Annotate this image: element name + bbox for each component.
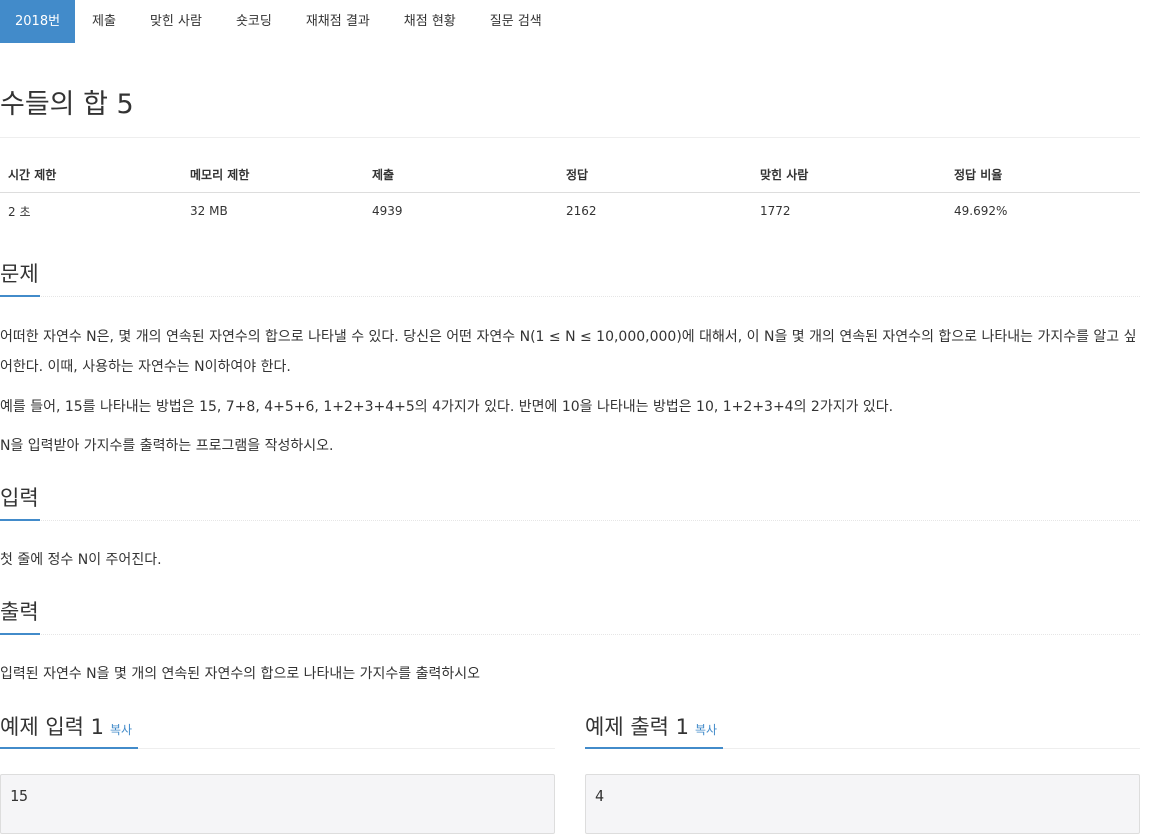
- copy-sample-output-button[interactable]: 복사: [695, 723, 717, 737]
- sample-output-box[interactable]: 4: [585, 774, 1140, 834]
- table-header-cell: 정답 비율: [946, 157, 1140, 193]
- tab-problem-number[interactable]: 2018번: [0, 0, 76, 43]
- description-paragraph: 어떠한 자연수 N은, 몇 개의 연속된 자연수의 합으로 나타낼 수 있다. …: [0, 329, 1137, 375]
- table-cell: 2 초: [8, 204, 31, 219]
- tab-submit[interactable]: 제출: [75, 0, 133, 43]
- table-cell: 1772: [760, 204, 791, 218]
- input-description: 첫 줄에 정수 N이 주어진다.: [0, 552, 162, 568]
- table-cell: 4939: [372, 204, 403, 218]
- copy-sample-input-button[interactable]: 복사: [110, 723, 132, 737]
- sample-input-box[interactable]: 15: [0, 774, 555, 834]
- output-heading: 출력: [0, 600, 39, 624]
- sample-input-header: 예제 입력 1 복사: [0, 711, 132, 746]
- description-heading: 문제: [0, 262, 39, 286]
- table-header-cell: 제출: [364, 157, 558, 193]
- table-header-cell: 시간 제한: [0, 157, 182, 193]
- tab-solved-users[interactable]: 맞힌 사람: [133, 0, 219, 43]
- sample-input-heading: 예제 입력 1: [0, 715, 104, 739]
- sample-input-accent: [0, 747, 138, 749]
- description-paragraph: 예를 들어, 15를 나타내는 방법은 15, 7+8, 4+5+6, 1+2+…: [0, 399, 894, 415]
- table-cell: 2162: [566, 204, 597, 218]
- tab-rejudge-results[interactable]: 재채점 결과: [289, 0, 387, 43]
- problem-menu-tabs: 2018번 제출 맞힌 사람 숏코딩 재채점 결과 채점 현황 질문 검색: [0, 0, 559, 43]
- tab-judge-status[interactable]: 채점 현황: [387, 0, 473, 43]
- output-description: 입력된 자연수 N을 몇 개의 연속된 자연수의 합으로 나타내는 가지수를 출…: [0, 666, 481, 682]
- problem-info-table: 시간 제한 메모리 제한 제출 정답 맞힌 사람 정답 비율 2 초 32 MB…: [0, 157, 1140, 229]
- description-accent: [0, 295, 40, 297]
- input-divider: [0, 520, 1140, 521]
- tab-short-coding[interactable]: 숏코딩: [219, 0, 289, 43]
- sample-output-header: 예제 출력 1 복사: [585, 711, 717, 746]
- table-header-cell: 정답: [558, 157, 752, 193]
- input-section-header: 입력: [0, 482, 1140, 514]
- output-divider: [0, 634, 1140, 635]
- sample-output-accent: [585, 747, 723, 749]
- table-header-cell: 메모리 제한: [182, 157, 364, 193]
- table-cell: 49.692%: [954, 204, 1008, 218]
- output-section-header: 출력: [0, 596, 1140, 628]
- table-header-row: 시간 제한 메모리 제한 제출 정답 맞힌 사람 정답 비율: [0, 157, 1140, 193]
- input-heading: 입력: [0, 486, 39, 510]
- title-divider: [0, 137, 1140, 138]
- table-header-cell: 맞힌 사람: [752, 157, 946, 193]
- description-section-header: 문제: [0, 258, 1140, 290]
- sample-output-heading: 예제 출력 1: [585, 715, 689, 739]
- table-row: 2 초 32 MB 4939 2162 1772 49.692%: [0, 193, 1140, 230]
- table-cell: 32 MB: [190, 204, 228, 218]
- output-accent: [0, 633, 40, 635]
- description-divider: [0, 296, 1140, 297]
- tab-question-search[interactable]: 질문 검색: [473, 0, 559, 43]
- page-title: 수들의 합 5: [0, 89, 134, 120]
- description-paragraph: N을 입력받아 가지수를 출력하는 프로그램을 작성하시오.: [0, 438, 334, 454]
- input-accent: [0, 519, 40, 521]
